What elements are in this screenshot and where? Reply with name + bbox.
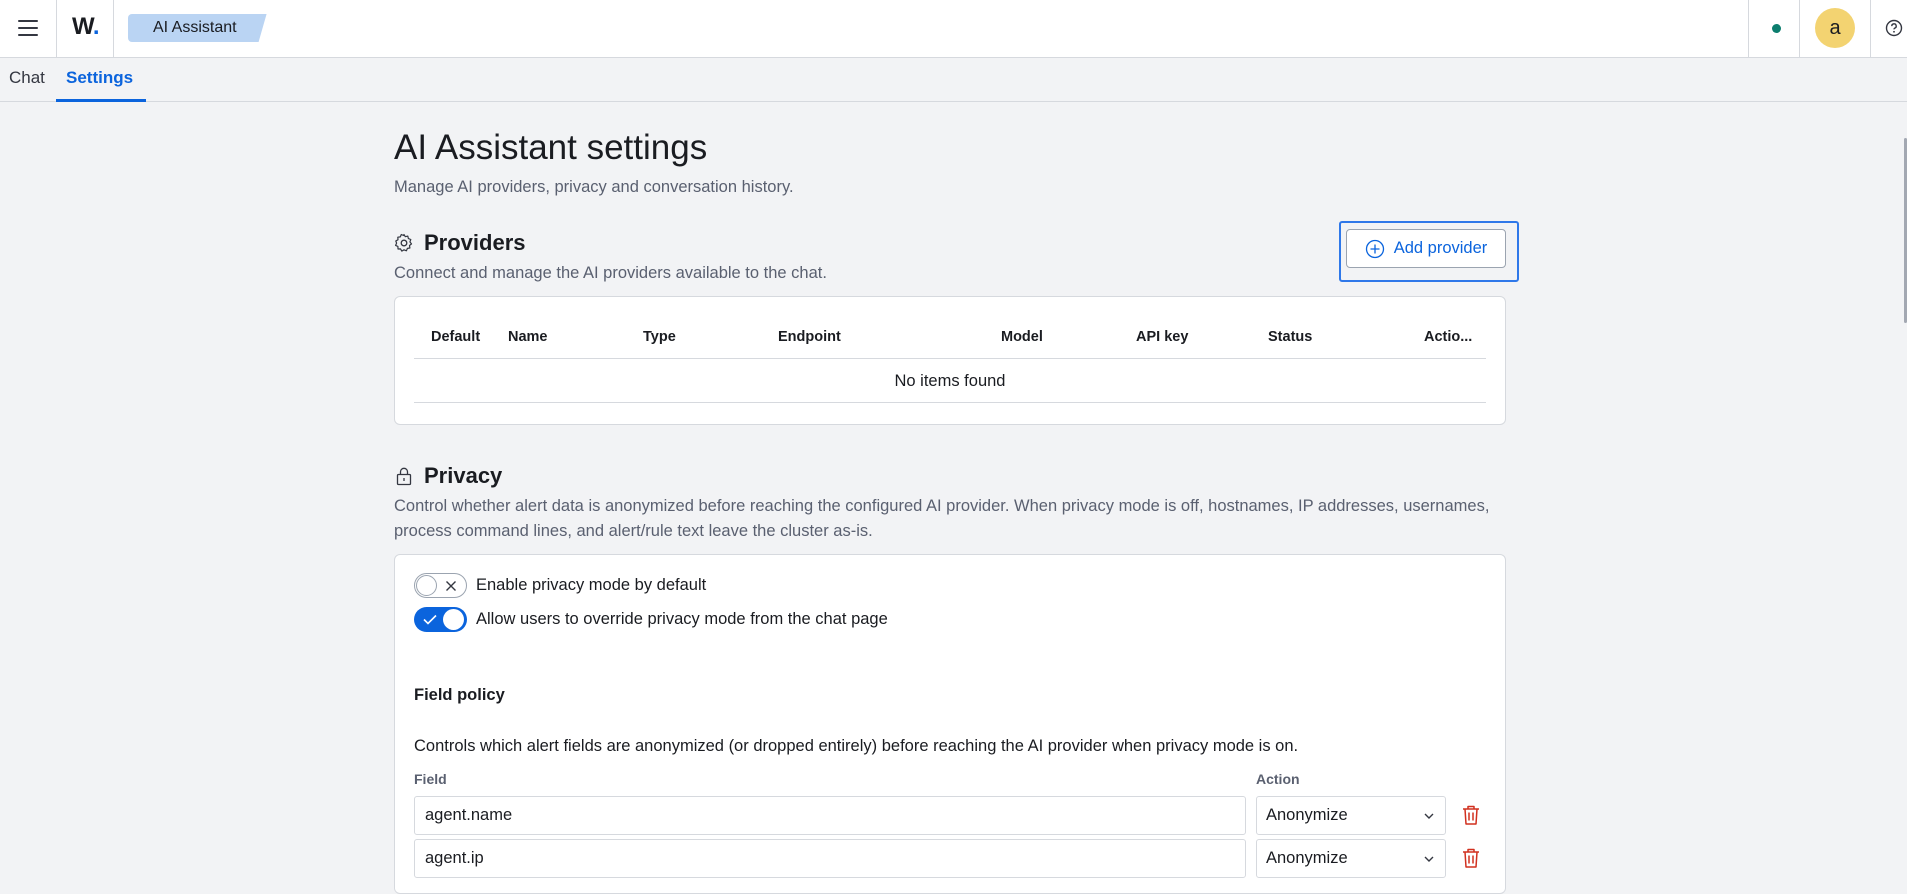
allow-override-label: Allow users to override privacy mode fro… <box>476 610 888 628</box>
providers-table-panel <box>394 296 1506 425</box>
cross-icon <box>446 581 456 591</box>
column-header-actions[interactable]: Actio... <box>1424 329 1472 345</box>
divider <box>1799 0 1800 58</box>
privacy-description: Control whether alert data is anonymized… <box>394 497 1490 540</box>
page-subtitle: Manage AI providers, privacy and convers… <box>394 178 794 196</box>
divider <box>1870 0 1871 58</box>
column-header-status[interactable]: Status <box>1268 329 1312 345</box>
trash-icon[interactable] <box>1461 804 1481 826</box>
page-title: AI Assistant settings <box>394 128 708 167</box>
privacy-mode-default-label: Enable privacy mode by default <box>476 576 707 594</box>
lock-icon <box>396 467 412 486</box>
field-input-agent-ip[interactable]: agent.ip <box>414 839 1246 878</box>
divider <box>113 0 114 58</box>
action-select-value: Anonymize <box>1266 806 1348 824</box>
chevron-down-icon <box>1424 856 1434 862</box>
chevron-down-icon <box>1424 813 1434 819</box>
action-select-agent-name[interactable]: Anonymize <box>1256 796 1446 835</box>
tab-chat[interactable]: Chat <box>9 58 45 102</box>
top-bar: W. AI Assistant a <box>0 0 1907 58</box>
trash-icon[interactable] <box>1461 847 1481 869</box>
providers-title: Providers <box>424 230 526 255</box>
table-header-divider <box>414 358 1486 359</box>
column-header-model[interactable]: Model <box>1001 329 1043 345</box>
hamburger-menu-icon[interactable] <box>14 14 44 44</box>
providers-heading: Providers <box>394 230 526 256</box>
field-input-agent-name[interactable]: agent.name <box>414 796 1246 835</box>
add-provider-button[interactable]: Add provider <box>1346 229 1506 268</box>
check-icon <box>423 614 437 625</box>
add-provider-label: Add provider <box>1393 239 1488 257</box>
action-select-value: Anonymize <box>1266 849 1348 867</box>
divider <box>56 0 57 58</box>
user-avatar[interactable]: a <box>1815 8 1855 48</box>
divider <box>1748 0 1749 58</box>
plus-circle-icon <box>1365 239 1384 258</box>
tab-bar: Chat Settings <box>0 58 1907 102</box>
help-icon[interactable] <box>1885 19 1903 37</box>
gear-icon <box>395 233 413 252</box>
field-policy-description: Controls which alert fields are anonymiz… <box>414 737 1299 755</box>
empty-table-message: No items found <box>894 372 1006 390</box>
column-header-api-key[interactable]: API key <box>1136 329 1188 345</box>
privacy-title: Privacy <box>424 463 503 488</box>
action-column-label: Action <box>1256 771 1300 787</box>
logo[interactable]: W. <box>72 13 100 41</box>
table-bottom-divider <box>414 402 1486 403</box>
column-header-name[interactable]: Name <box>508 329 548 345</box>
action-select-agent-ip[interactable]: Anonymize <box>1256 839 1446 878</box>
tab-settings[interactable]: Settings <box>56 58 146 102</box>
column-header-type[interactable]: Type <box>643 329 676 345</box>
field-column-label: Field <box>414 771 447 787</box>
column-header-default[interactable]: Default <box>431 329 480 345</box>
allow-override-toggle[interactable] <box>414 607 467 632</box>
connection-status-dot <box>1772 24 1781 33</box>
breadcrumb-ai-assistant[interactable]: AI Assistant <box>128 14 267 42</box>
privacy-heading: Privacy <box>394 463 502 489</box>
privacy-mode-default-toggle[interactable] <box>414 573 467 598</box>
field-policy-heading: Field policy <box>414 686 505 704</box>
column-header-endpoint[interactable]: Endpoint <box>778 329 841 345</box>
